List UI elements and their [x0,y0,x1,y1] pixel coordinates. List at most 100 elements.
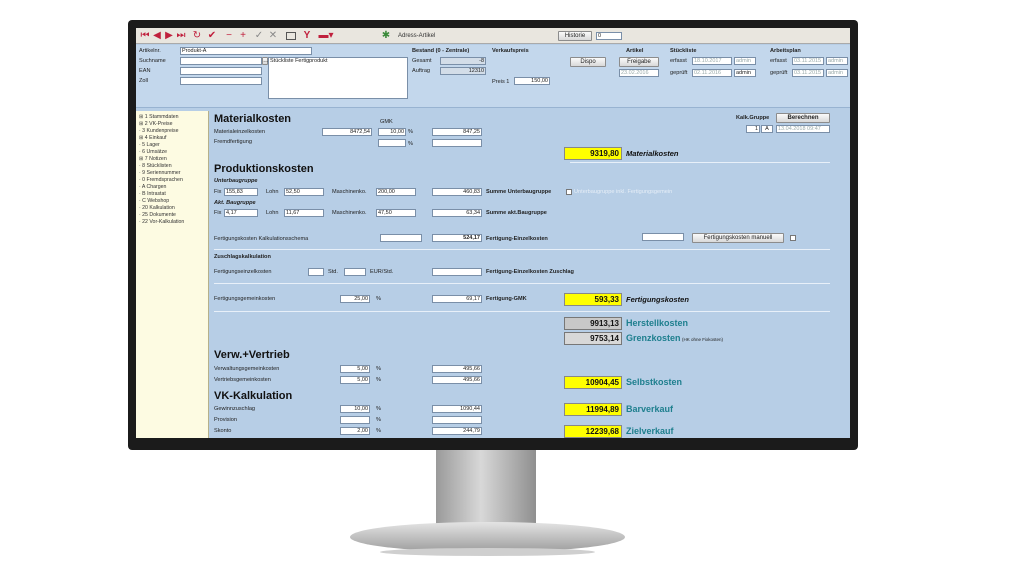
fix-unter-input[interactable]: 155,83 [224,188,258,196]
vertrieb-label: Vertriebsgemeinkosten [214,377,271,383]
zoll-input[interactable] [180,77,262,85]
tree-item[interactable]: · 25 Dokumente [139,212,176,218]
auftrag-label: Auftrag [412,68,431,74]
tree-item[interactable]: · A Chargen [139,184,166,190]
zielverkauf-total: 12239,68 [564,425,622,438]
maschinen-unter-input[interactable]: 200,00 [376,188,416,196]
tree-item[interactable]: ⊞ 1 Stammdaten [139,114,179,120]
ap-erfasst-user: admin [826,57,848,65]
tree-item[interactable]: · 3 Kundenpreise [139,128,179,134]
suchname-input[interactable] [180,57,262,65]
maschinen-akt-input[interactable]: 47,50 [376,209,416,217]
materialeinzelkosten-input[interactable]: 8472,54 [322,128,372,136]
tree-item[interactable]: · C Webshop [139,198,169,204]
tree-item[interactable]: ⊞ 2 VK-Preise [139,121,172,127]
tree-item[interactable]: · 9 Seriennummer [139,170,181,176]
adress-artikel-label[interactable]: Adress-Artikel [398,30,458,42]
freigabe-button[interactable]: Freigabe [619,57,659,67]
berechnen-button[interactable]: Berechnen [776,113,830,123]
tree-item[interactable]: · 22 Vor-Kalkulation [139,219,184,225]
navigation-tree: ⊞ 1 Stammdaten ⊞ 2 VK-Preise · 3 Kundenp… [136,111,209,438]
provision-label: Provision [214,417,238,423]
kalk-gruppe-letter[interactable]: A [761,125,773,133]
ean-label: EAN [139,68,151,74]
fremd-percent: % [408,141,413,147]
fe-eur-input[interactable] [344,268,366,276]
prev-record-icon[interactable]: ◀ [152,30,162,42]
cancel-icon[interactable]: ✕ [268,30,278,42]
calendar-icon[interactable] [286,32,296,40]
unterbaugruppe-checkbox-label: Unterbaugruppe inkl. Fertigungsgemein [574,189,673,195]
plus-icon[interactable]: + [238,30,248,42]
gewinn-percent: % [376,406,381,412]
gmk-input[interactable]: 10,00 [378,128,406,136]
tree-item[interactable]: · 6 Umsätze [139,149,167,155]
ap-geprueft-user: admin [826,69,848,77]
materialkosten-total: 9319,80 [564,147,622,160]
akt-baugruppe-label: Akt. Baugruppe [214,200,256,206]
tree-item[interactable]: · 0 Fremdsprachen [139,177,183,183]
print-icon[interactable]: ▬▾ [318,30,334,42]
fgk-percent: % [376,296,381,302]
check-icon[interactable]: ✔ [206,30,218,42]
vertrieb-pct-input[interactable]: 5,00 [340,376,370,384]
ean-input[interactable] [180,67,262,75]
fertigungskosten-manuell-button[interactable]: Fertigungskosten manuell [692,233,784,243]
kalk-gruppe-number[interactable]: 1 [746,125,760,133]
dispo-button[interactable]: Dispo [570,57,606,67]
schema-input[interactable] [380,234,422,242]
filter-icon[interactable]: Y [302,30,312,42]
barverkauf-label: Barverkauf [626,404,674,414]
historie-button[interactable]: Historie [558,31,592,41]
fix-akt-input[interactable]: 4,17 [224,209,258,217]
erfasst-date: 18.10.2017 [692,57,732,65]
minus-icon[interactable]: − [224,30,234,42]
geprueft-date: 02.11.2016 [692,69,732,77]
tree-item-active[interactable]: · 20 Kalkulation [139,205,175,211]
materialeinzelkosten-label: Materialeinzelkosten [214,129,265,135]
artikel-date: 23.02.2016 [619,69,659,77]
summe-akt-value: 63,34 [432,209,482,217]
last-record-icon[interactable]: ⏭ [176,30,186,42]
maschinen-label: Maschinenko. [332,189,367,195]
verwaltung-value: 495,66 [432,365,482,373]
preis-input[interactable]: 150,00 [514,77,550,85]
fk-manuell-checkbox[interactable] [790,235,796,241]
unterbaugruppe-checkbox[interactable] [566,189,572,195]
skonto-pct-input[interactable]: 2,00 [340,427,370,435]
app-screen: ⏮ ◀ ▶ ⏭ ↻ ✔ − + ✓ ✕ Y ▬▾ ✱ Adress-Artike… [136,28,850,438]
tree-item[interactable]: · 8 Stücklisten [139,163,172,169]
tree-item[interactable]: ⊞ 4 Einkauf [139,135,166,141]
separator [570,162,830,163]
lohn-akt-input[interactable]: 11,67 [284,209,324,217]
verwaltung-pct-input[interactable]: 5,00 [340,365,370,373]
fgk-pct-input[interactable]: 25,00 [340,295,370,303]
first-record-icon[interactable]: ⏮ [140,30,150,42]
separator [214,249,830,250]
refresh-icon[interactable]: ↻ [192,30,202,42]
toolbar: ⏮ ◀ ▶ ⏭ ↻ ✔ − + ✓ ✕ Y ▬▾ ✱ Adress-Artike… [136,28,850,44]
selbstkosten-label: Selbstkosten [626,377,683,387]
fez-label: Fertigung-Einzelkosten Zuschlag [486,269,574,275]
gewinn-pct-input[interactable]: 10,00 [340,405,370,413]
person-icon[interactable]: ✱ [381,30,391,42]
fk-manuell-input[interactable] [642,233,684,241]
verwaltung-percent: % [376,366,381,372]
lohn-unter-input[interactable]: 52,50 [284,188,324,196]
confirm-icon[interactable]: ✓ [254,30,264,42]
artikelnr-input[interactable]: Produkt-A [180,47,312,55]
provision-pct-input[interactable] [340,416,370,424]
fremdfertigung-pct-input[interactable] [378,139,406,147]
tree-item[interactable]: · B Intrastat [139,191,166,197]
gmk-result: 847,25 [432,128,482,136]
preis-label: Preis 1 [492,79,510,85]
stueckliste-label: Stückliste [670,48,697,54]
tree-item[interactable]: · 5 Lager [139,142,160,148]
tree-item[interactable]: ⊞ 7 Notizen [139,156,167,162]
next-record-icon[interactable]: ▶ [164,30,174,42]
suchname-text-area[interactable]: Stückliste Fertigprodukt [268,57,408,99]
fe-std-input[interactable] [308,268,324,276]
herstellkosten-total: 9913,13 [564,317,622,330]
skonto-label: Skonto [214,428,232,434]
historie-input[interactable]: 0 [596,32,622,40]
